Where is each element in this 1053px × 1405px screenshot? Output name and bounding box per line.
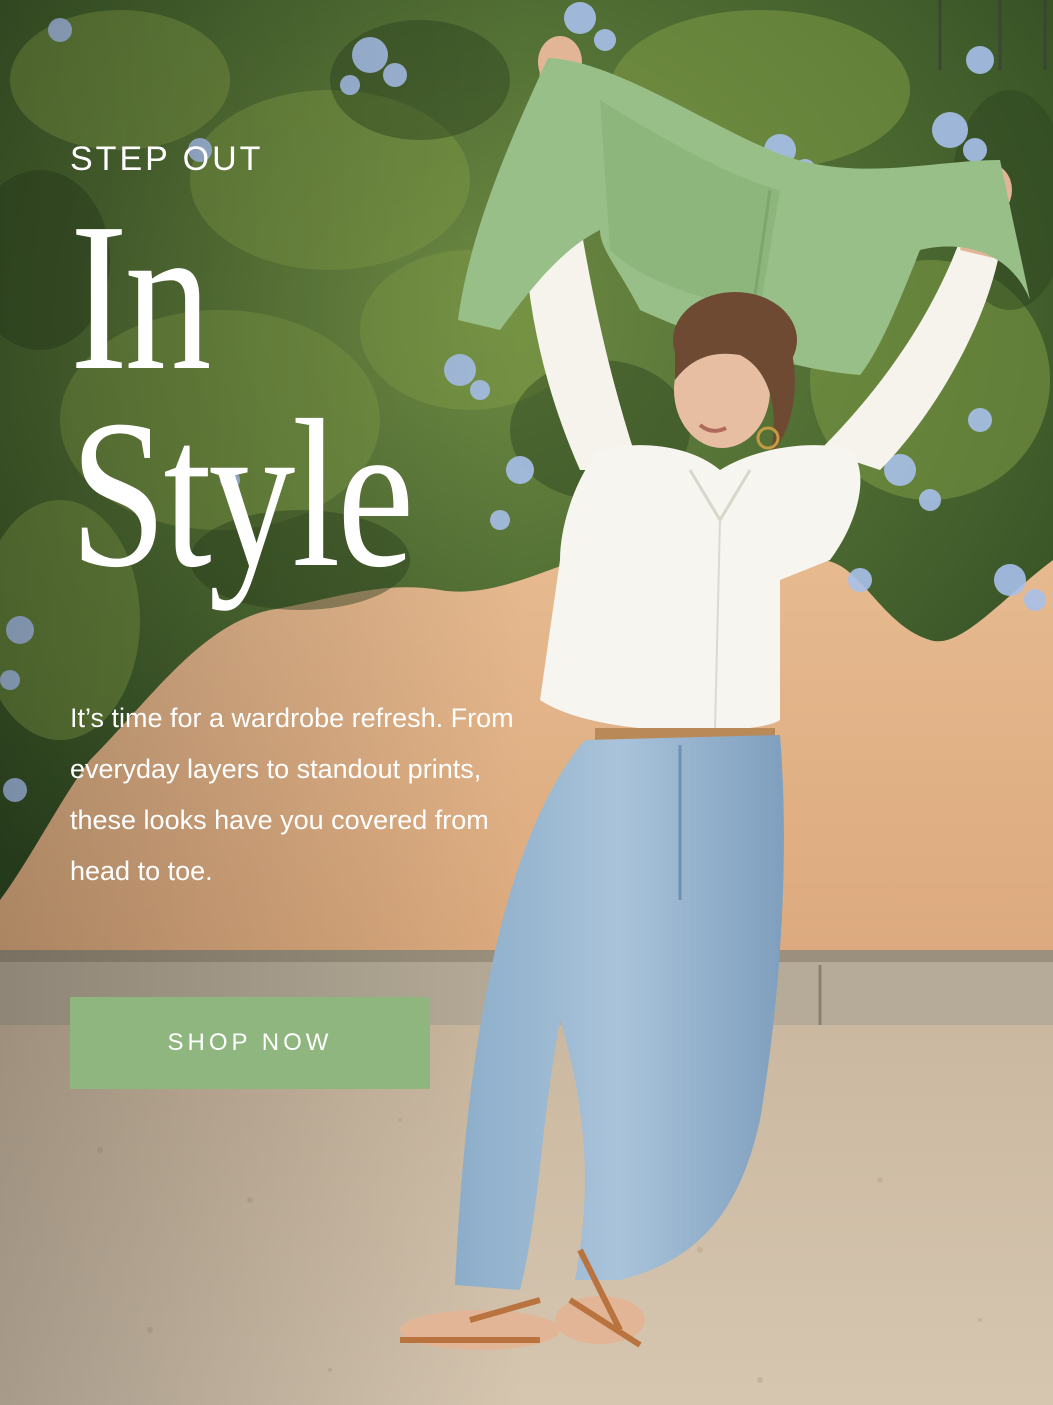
headline-line-1: In: [70, 179, 212, 414]
shop-now-button[interactable]: SHOP NOW: [70, 997, 430, 1089]
eyebrow-label: STEP OUT: [70, 140, 264, 178]
body-copy: It’s time for a wardrobe refresh. From e…: [70, 703, 514, 886]
headline-line-2: Style: [70, 376, 414, 612]
hero-banner: STEP OUT In Style It’s time for a wardro…: [0, 0, 1053, 1405]
headline: In Style: [70, 179, 486, 612]
